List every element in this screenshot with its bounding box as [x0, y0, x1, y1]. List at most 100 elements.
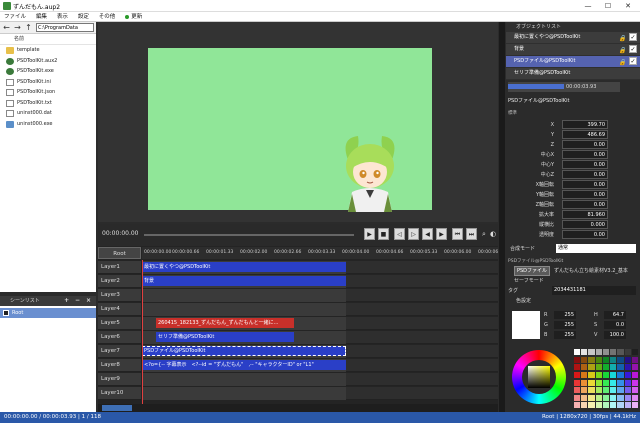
- palette-swatch[interactable]: [588, 387, 595, 394]
- remove-scene-button[interactable]: −: [75, 297, 82, 304]
- prev-frame-icon[interactable]: ◁: [394, 228, 405, 240]
- lock-icon[interactable]: 🔒: [619, 33, 626, 43]
- palette-swatch[interactable]: [610, 371, 617, 378]
- palette-swatch[interactable]: [602, 394, 610, 401]
- layer-header[interactable]: Layer1: [98, 261, 141, 274]
- menu-other[interactable]: その他: [99, 12, 116, 22]
- palette-swatch[interactable]: [574, 371, 581, 378]
- param-opacity[interactable]: 透明度 0.00: [506, 230, 640, 240]
- palette-swatch[interactable]: [602, 364, 610, 371]
- psd-file-button[interactable]: PSDファイル: [514, 266, 550, 276]
- menu-edit[interactable]: 編集: [36, 12, 47, 22]
- palette-swatch[interactable]: [602, 371, 610, 378]
- color-swatch[interactable]: [512, 311, 540, 339]
- palette-swatch[interactable]: [624, 379, 631, 386]
- object-time-bar[interactable]: [508, 82, 620, 92]
- palette-swatch[interactable]: [624, 394, 631, 401]
- visible-checkbox[interactable]: ✓: [629, 57, 637, 65]
- palette-swatch[interactable]: [581, 356, 588, 363]
- param-x[interactable]: X 399.70: [506, 120, 640, 130]
- palette-swatch[interactable]: [624, 371, 631, 378]
- file-item[interactable]: PSDToolKit.exe: [0, 66, 96, 77]
- close-icon[interactable]: ×: [86, 297, 93, 304]
- palette-swatch[interactable]: [631, 356, 638, 363]
- tag-input[interactable]: 2034431181: [552, 286, 636, 295]
- palette-swatch[interactable]: [617, 364, 624, 371]
- palette-swatch[interactable]: [595, 379, 602, 386]
- palette-swatch[interactable]: [617, 379, 624, 386]
- layer-row[interactable]: [142, 387, 498, 400]
- timeline-root-tab[interactable]: Root: [98, 247, 141, 259]
- param-center-y[interactable]: 中心Y 0.00: [506, 160, 640, 170]
- palette-swatch[interactable]: [610, 379, 617, 386]
- go-end-icon[interactable]: ⏭: [466, 228, 477, 240]
- palette-swatch[interactable]: [581, 379, 588, 386]
- forward-arrow-icon[interactable]: →: [13, 23, 22, 33]
- palette-swatch[interactable]: [617, 402, 624, 409]
- palette-swatch[interactable]: [610, 402, 617, 409]
- layer-row[interactable]: [142, 289, 498, 302]
- clip[interactable]: セリフ準備@PSDToolKit: [156, 332, 294, 342]
- palette-swatch[interactable]: [631, 379, 638, 386]
- palette-swatch[interactable]: [624, 356, 631, 363]
- visible-checkbox[interactable]: ✓: [629, 45, 637, 53]
- column-header-name[interactable]: 名前: [0, 34, 96, 45]
- menu-settings[interactable]: 設定: [78, 12, 89, 22]
- scene-item-root[interactable]: Root: [0, 308, 96, 318]
- next-keyframe-icon[interactable]: ▶: [436, 228, 447, 240]
- file-item[interactable]: PSDToolKit.ini: [0, 77, 96, 88]
- param-center-x[interactable]: 中心X 0.00: [506, 150, 640, 160]
- go-start-icon[interactable]: ⏮: [452, 228, 463, 240]
- palette-swatch[interactable]: [574, 349, 581, 355]
- palette-swatch[interactable]: [610, 349, 617, 355]
- param-aspect[interactable]: 縦横比 0.000: [506, 220, 640, 230]
- palette-swatch[interactable]: [588, 349, 595, 355]
- palette-swatch[interactable]: [631, 371, 638, 378]
- playhead[interactable]: [142, 260, 143, 412]
- palette-swatch[interactable]: [595, 394, 602, 401]
- palette-swatch[interactable]: [574, 379, 581, 386]
- safe-mode-checkbox[interactable]: セーフモード: [514, 277, 544, 284]
- palette-swatch[interactable]: [602, 349, 610, 355]
- palette-swatch[interactable]: [595, 364, 602, 371]
- palette-swatch[interactable]: [631, 387, 638, 394]
- layer-header[interactable]: Layer2: [98, 275, 141, 288]
- param-rot-z[interactable]: Z軸回転 0.00: [506, 200, 640, 210]
- palette-swatch[interactable]: [624, 349, 631, 355]
- prev-keyframe-icon[interactable]: ◀: [422, 228, 433, 240]
- palette-swatch[interactable]: [602, 402, 610, 409]
- layer-row[interactable]: 最初に置くやつ@PSDToolKit: [142, 261, 498, 274]
- palette-swatch[interactable]: [574, 364, 581, 371]
- file-item[interactable]: PSDToolKit.txt: [0, 98, 96, 109]
- palette-swatch[interactable]: [617, 349, 624, 355]
- up-arrow-icon[interactable]: ↑: [24, 23, 33, 33]
- param-y[interactable]: Y 486.69: [506, 130, 640, 140]
- palette-swatch[interactable]: [588, 371, 595, 378]
- palette-swatch[interactable]: [595, 387, 602, 394]
- palette-swatch[interactable]: [624, 387, 631, 394]
- file-item[interactable]: template: [0, 45, 96, 56]
- palette-swatch[interactable]: [595, 349, 602, 355]
- layer-row[interactable]: 背景: [142, 275, 498, 288]
- palette-swatch[interactable]: [581, 371, 588, 378]
- lock-icon[interactable]: 🔒: [619, 57, 626, 67]
- layer-header[interactable]: Layer7: [98, 345, 141, 358]
- palette-swatch[interactable]: [617, 371, 624, 378]
- file-item[interactable]: PSDToolKit.json: [0, 87, 96, 98]
- param-rot-y[interactable]: Y軸回転 0.00: [506, 190, 640, 200]
- palette-swatch[interactable]: [631, 402, 638, 409]
- palette-swatch[interactable]: [602, 387, 610, 394]
- palette-swatch[interactable]: [617, 356, 624, 363]
- play-icon[interactable]: ▶: [364, 228, 375, 240]
- menu-update[interactable]: 更新: [125, 12, 142, 22]
- file-item[interactable]: uninst000.dat: [0, 108, 96, 119]
- file-item[interactable]: PSDToolKit.aux2: [0, 56, 96, 67]
- file-item[interactable]: uninst000.exe: [0, 119, 96, 130]
- color-wheel[interactable]: [512, 350, 566, 404]
- minimize-button[interactable]: —: [580, 0, 596, 12]
- palette-swatch[interactable]: [610, 394, 617, 401]
- visible-checkbox[interactable]: ✓: [629, 33, 637, 41]
- time-ruler[interactable]: 00:00:00.00 00:00:00.66 00:00:01.33 00:0…: [142, 247, 498, 259]
- layer-header[interactable]: Layer10: [98, 387, 141, 400]
- palette-swatch[interactable]: [631, 364, 638, 371]
